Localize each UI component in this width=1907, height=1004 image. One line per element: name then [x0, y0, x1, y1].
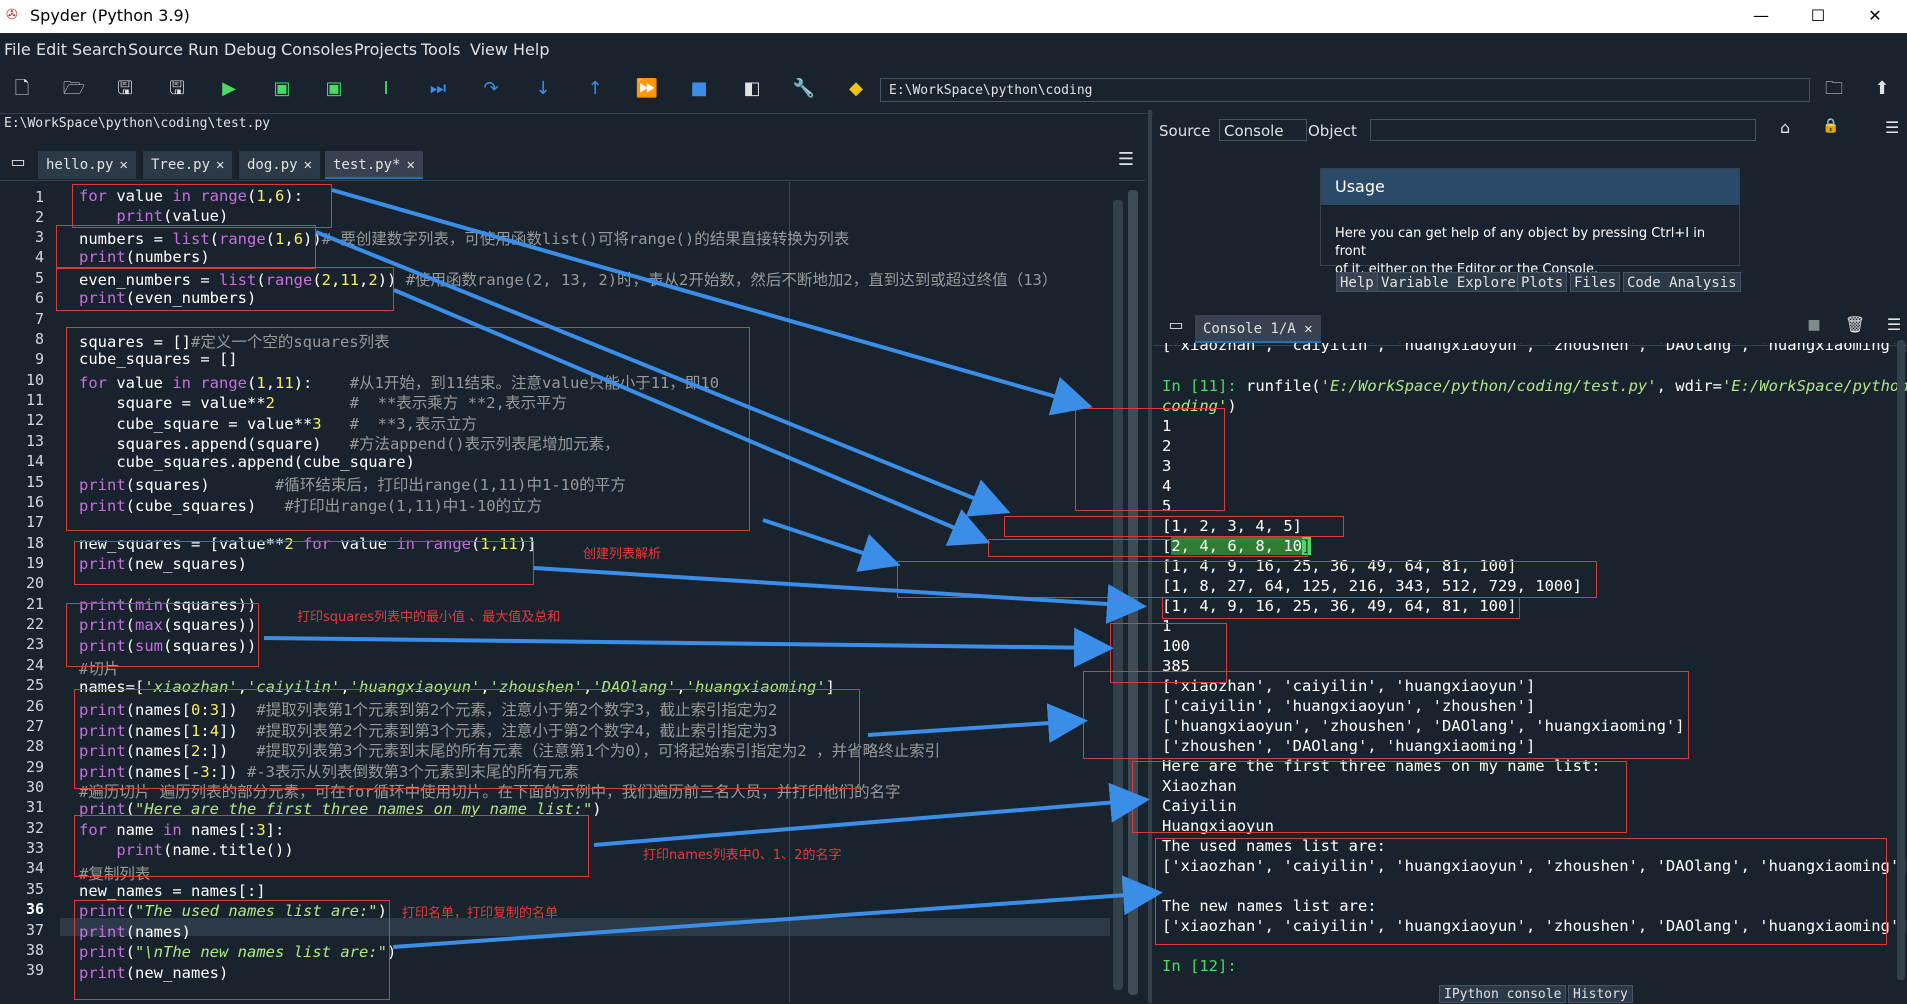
- annotation-arrow: [393, 288, 991, 546]
- annotation-arrow: [762, 518, 901, 572]
- annotation-arrow: [392, 875, 1163, 949]
- annotation-arrow: [533, 566, 1147, 624]
- annotation-arrow: [867, 703, 1088, 744]
- annotation-arrow: [263, 627, 1114, 668]
- annotation-arrows: [263, 188, 1163, 949]
- annotation-arrow: [315, 230, 1011, 517]
- annotation-arrow: [331, 188, 1093, 416]
- annotation-arrow: [593, 782, 1150, 847]
